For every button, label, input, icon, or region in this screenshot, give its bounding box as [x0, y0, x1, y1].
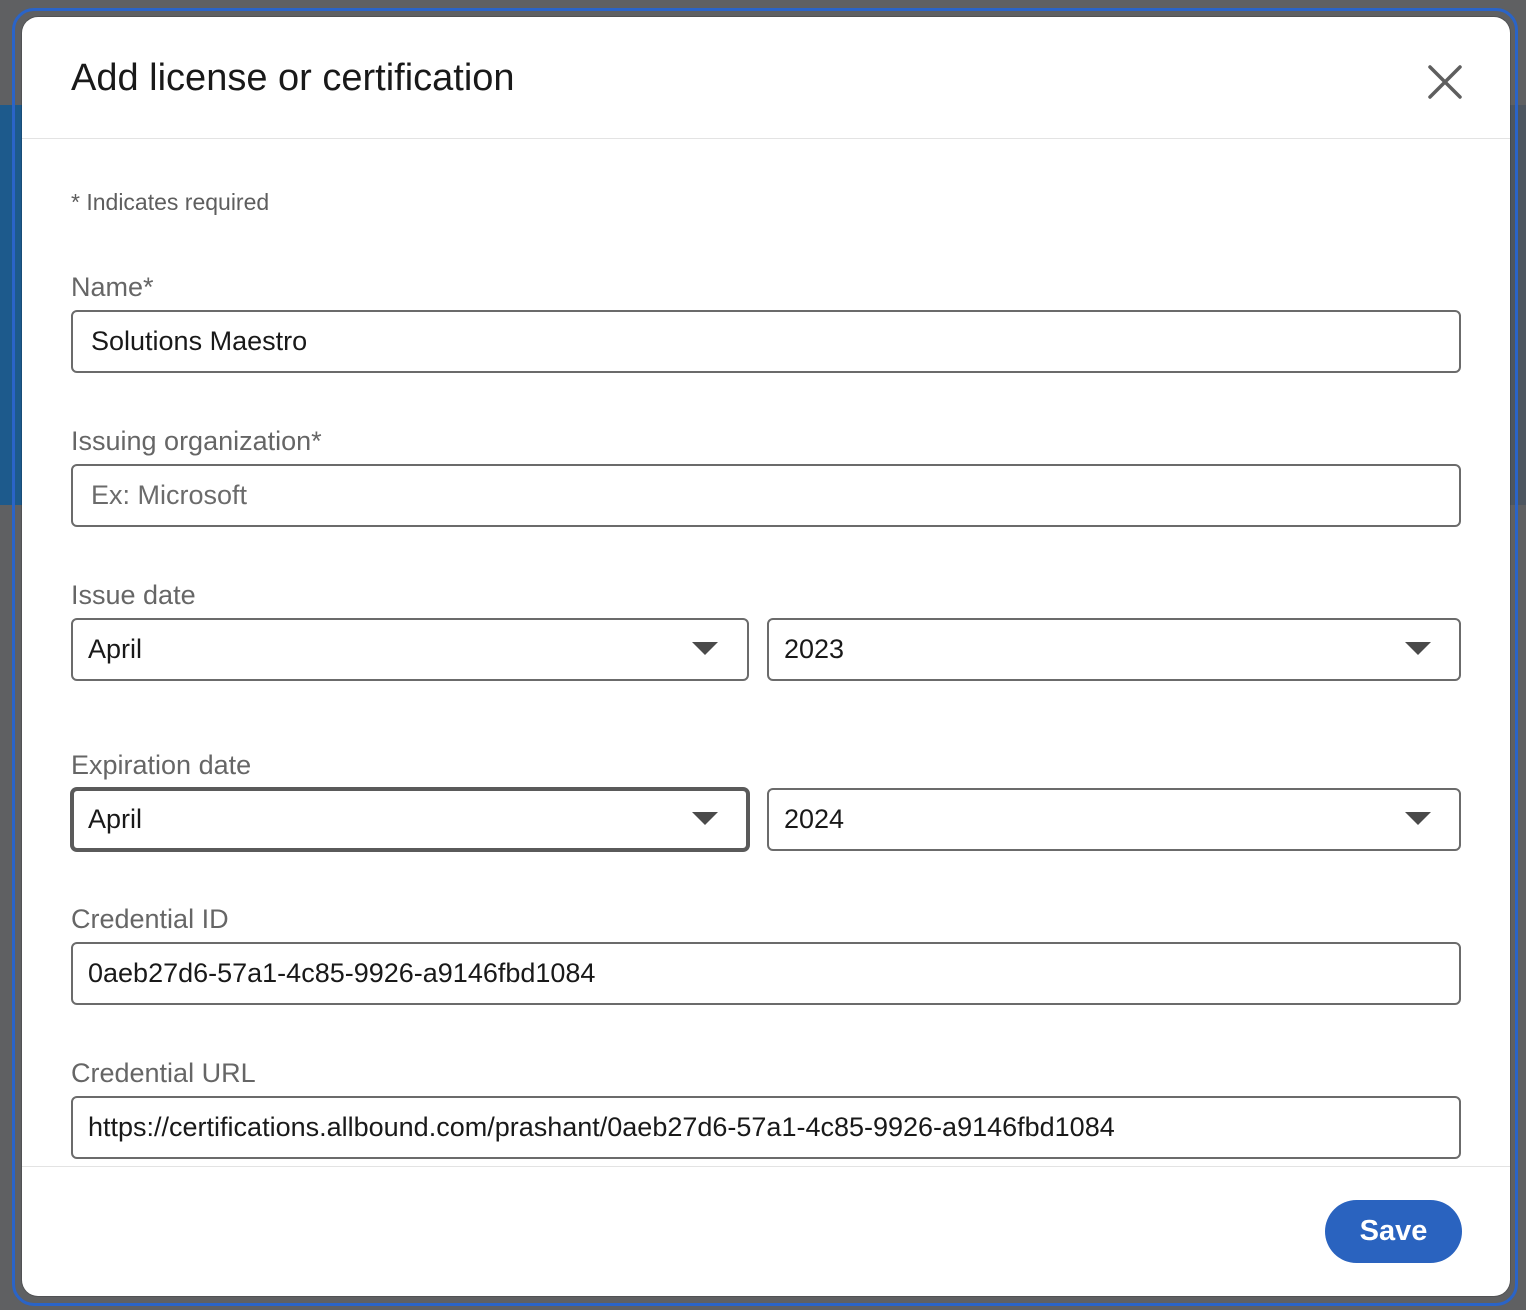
chevron-down-icon: [692, 812, 718, 825]
credential-id-label: Credential ID: [71, 904, 229, 934]
name-input[interactable]: [71, 310, 1461, 373]
issue-month-select[interactable]: April: [71, 618, 749, 681]
add-license-dialog: Add license or certification * Indicates…: [22, 17, 1510, 1296]
issuing-organization-label: Issuing organization*: [71, 426, 322, 456]
close-button[interactable]: [1420, 57, 1472, 109]
issue-year-value: 2023: [784, 634, 845, 664]
expiration-year-value: 2024: [784, 804, 845, 834]
save-button[interactable]: Save: [1325, 1200, 1462, 1263]
credential-url-label: Credential URL: [71, 1058, 256, 1088]
issuing-organization-input[interactable]: [71, 464, 1461, 527]
expiration-month-select[interactable]: April: [71, 788, 749, 851]
credential-url-input[interactable]: [71, 1096, 1461, 1159]
chevron-down-icon: [692, 642, 718, 655]
issue-date-label: Issue date: [71, 580, 196, 610]
dialog-body: * Indicates required Name* Issuing organ…: [22, 139, 1510, 1166]
close-icon: [1428, 65, 1462, 99]
expiration-date-label: Expiration date: [71, 750, 252, 780]
required-note: * Indicates required: [71, 189, 270, 215]
expiration-month-value: April: [88, 804, 143, 834]
issue-year-select[interactable]: 2023: [767, 618, 1461, 681]
chevron-down-icon: [1405, 812, 1431, 825]
issue-month-value: April: [88, 634, 143, 664]
credential-id-input[interactable]: [71, 942, 1461, 1005]
name-label: Name*: [71, 272, 154, 302]
dialog-header: Add license or certification: [22, 17, 1510, 139]
chevron-down-icon: [1405, 642, 1431, 655]
dialog-footer: Save: [22, 1166, 1510, 1296]
dialog-title: Add license or certification: [71, 57, 515, 99]
expiration-year-select[interactable]: 2024: [767, 788, 1461, 851]
